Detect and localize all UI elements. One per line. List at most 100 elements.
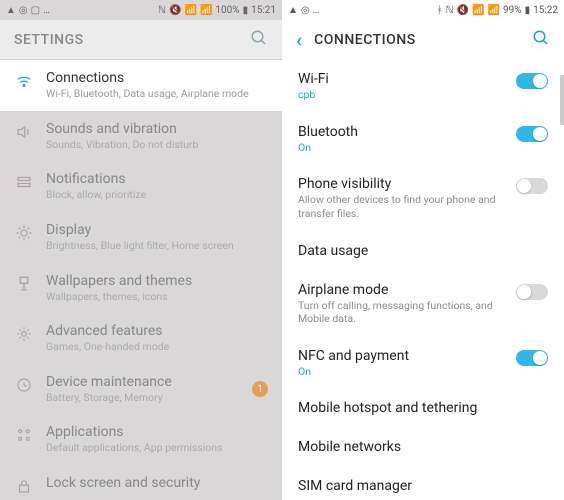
wallpaper-icon xyxy=(15,275,33,293)
item-title: Airplane mode xyxy=(298,282,508,298)
item-title: Device maintenance xyxy=(46,374,240,390)
item-title: Wallpapers and themes xyxy=(46,273,268,289)
signal-icon: 📶 xyxy=(488,5,500,16)
more-icon: … xyxy=(313,5,320,16)
item-title: Applications xyxy=(46,424,268,440)
battery-percent: 99% xyxy=(503,5,522,16)
connections-item-wifi[interactable]: Wi-Fi cpb xyxy=(282,60,564,113)
item-title: Phone visibility xyxy=(298,176,508,192)
item-sub: cpb xyxy=(298,88,508,102)
nfc-toggle[interactable] xyxy=(516,350,548,366)
item-title: Lock screen and security xyxy=(46,475,268,491)
settings-appbar: SETTINGS xyxy=(0,20,282,60)
connections-item-mobile-networks[interactable]: Mobile networks xyxy=(282,428,564,467)
item-title: Sounds and vibration xyxy=(46,121,268,137)
apps-icon xyxy=(15,426,33,444)
bluetooth-toggle[interactable] xyxy=(516,126,548,142)
search-icon[interactable] xyxy=(532,29,550,51)
sound-icon xyxy=(15,123,33,141)
item-sub: Wi-Fi, Bluetooth, Data usage, Airplane m… xyxy=(46,87,268,101)
item-sub: Default applications, App permissions xyxy=(46,441,268,455)
item-title: Mobile networks xyxy=(298,439,548,455)
settings-item-lockscreen[interactable]: Lock screen and security xyxy=(0,465,282,500)
image-icon: ▢ xyxy=(31,5,40,16)
connections-screen: ▲ ◎ … ᚼ ℕ 🔇 📶 📶 99% ▮ 15:22 ‹ CONNECTION… xyxy=(282,0,564,500)
wifi-icon: 📶 xyxy=(184,5,196,16)
item-sub: Battery, Storage, Memory xyxy=(46,391,240,405)
wifi-toggle[interactable] xyxy=(516,73,548,89)
settings-item-connections[interactable]: Connections Wi-Fi, Bluetooth, Data usage… xyxy=(0,60,282,111)
nfc-icon: ℕ xyxy=(446,5,454,16)
status-left-icons: ▲ ◎ … xyxy=(288,5,319,16)
item-sub: On xyxy=(298,141,508,155)
advanced-icon xyxy=(15,325,33,343)
settings-item-maintenance[interactable]: Device maintenance Battery, Storage, Mem… xyxy=(0,364,282,415)
item-title: Wi-Fi xyxy=(298,71,508,87)
settings-item-advanced[interactable]: Advanced features Games, One-handed mode xyxy=(0,313,282,364)
item-title: Notifications xyxy=(46,171,268,187)
page-title: SETTINGS xyxy=(14,32,84,48)
item-title: Advanced features xyxy=(46,323,268,339)
warning-icon: ▲ xyxy=(6,5,16,16)
item-title: NFC and payment xyxy=(298,348,508,364)
connections-icon xyxy=(15,72,33,90)
search-icon[interactable] xyxy=(250,29,268,51)
item-sub: Allow other devices to find your phone a… xyxy=(298,193,508,220)
battery-percent: 100% xyxy=(215,5,239,16)
settings-item-display[interactable]: Display Brightness, Blue light filter, H… xyxy=(0,212,282,263)
settings-item-notifications[interactable]: Notifications Block, allow, prioritize xyxy=(0,161,282,212)
scrollbar[interactable] xyxy=(560,75,564,125)
clock: 15:21 xyxy=(251,5,276,16)
statusbar: ▲ ◎ … ᚼ ℕ 🔇 📶 📶 99% ▮ 15:22 xyxy=(282,0,564,20)
back-button[interactable]: ‹ xyxy=(296,30,302,50)
wifi-icon: 📶 xyxy=(472,5,484,16)
more-icon: … xyxy=(43,5,50,16)
display-icon xyxy=(15,224,33,242)
settings-item-wallpapers[interactable]: Wallpapers and themes Wallpapers, themes… xyxy=(0,263,282,314)
item-title: Display xyxy=(46,222,268,238)
item-sub: Brightness, Blue light filter, Home scre… xyxy=(46,239,268,253)
connections-item-hotspot[interactable]: Mobile hotspot and tethering xyxy=(282,389,564,428)
nfc-icon: ℕ xyxy=(158,5,166,16)
mute-icon: 🔇 xyxy=(457,5,469,16)
settings-item-applications[interactable]: Applications Default applications, App p… xyxy=(0,414,282,465)
statusbar: ▲ ◎ ▢ … ℕ 🔇 📶 📶 100% ▮ 15:21 xyxy=(0,0,282,20)
bluetooth-icon: ᚼ xyxy=(437,5,443,16)
connections-item-data-usage[interactable]: Data usage xyxy=(282,232,564,271)
clock: 15:22 xyxy=(533,5,558,16)
mute-icon: 🔇 xyxy=(169,5,181,16)
item-title: SIM card manager xyxy=(298,478,548,494)
sync-icon: ◎ xyxy=(19,5,28,16)
connections-item-airplane[interactable]: Airplane mode Turn off calling, messagin… xyxy=(282,271,564,337)
maintenance-icon xyxy=(15,376,33,394)
battery-icon: ▮ xyxy=(243,5,249,16)
item-sub: Games, One-handed mode xyxy=(46,340,268,354)
airplane-toggle[interactable] xyxy=(516,284,548,300)
item-title: Bluetooth xyxy=(298,124,508,140)
item-sub: Wallpapers, themes, icons xyxy=(46,290,268,304)
item-sub: Turn off calling, messaging functions, a… xyxy=(298,299,508,326)
notifications-icon xyxy=(15,173,33,191)
settings-list: Connections Wi-Fi, Bluetooth, Data usage… xyxy=(0,60,282,500)
lock-icon xyxy=(15,477,33,495)
sync-icon: ◎ xyxy=(301,5,310,16)
connections-item-phone-visibility[interactable]: Phone visibility Allow other devices to … xyxy=(282,165,564,231)
item-title: Connections xyxy=(46,70,268,86)
connections-item-nfc[interactable]: NFC and payment On xyxy=(282,337,564,390)
settings-screen: ▲ ◎ ▢ … ℕ 🔇 📶 📶 100% ▮ 15:21 SETTINGS Co… xyxy=(0,0,282,500)
signal-icon: 📶 xyxy=(200,5,212,16)
connections-item-bluetooth[interactable]: Bluetooth On xyxy=(282,113,564,166)
connections-item-sim[interactable]: SIM card manager xyxy=(282,467,564,500)
item-title: Data usage xyxy=(298,243,548,259)
status-right-icons: ᚼ ℕ 🔇 📶 📶 99% ▮ 15:22 xyxy=(437,5,558,16)
item-sub: On xyxy=(298,365,508,379)
connections-appbar: ‹ CONNECTIONS xyxy=(282,20,564,60)
page-title: CONNECTIONS xyxy=(314,32,416,48)
phone-visibility-toggle[interactable] xyxy=(516,178,548,194)
item-sub: Sounds, Vibration, Do not disturb xyxy=(46,138,268,152)
connections-list: Wi-Fi cpb Bluetooth On Phone visibility … xyxy=(282,60,564,500)
item-sub: Block, allow, prioritize xyxy=(46,188,268,202)
item-title: Mobile hotspot and tethering xyxy=(298,400,548,416)
settings-item-sounds[interactable]: Sounds and vibration Sounds, Vibration, … xyxy=(0,111,282,162)
status-right-icons: ℕ 🔇 📶 📶 100% ▮ 15:21 xyxy=(158,5,276,16)
